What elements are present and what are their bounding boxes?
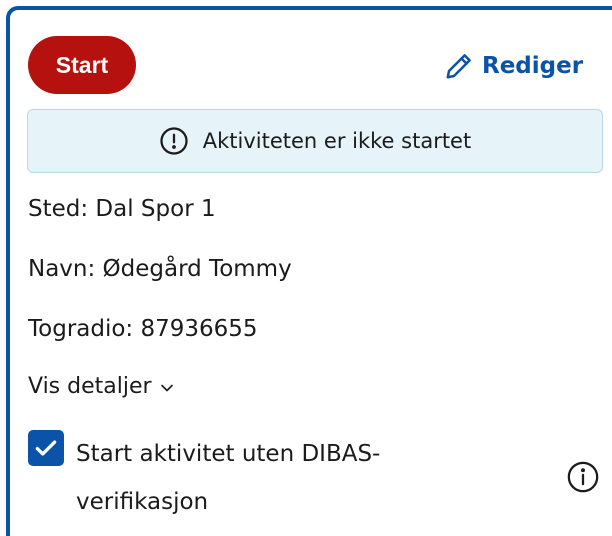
status-banner-text: Aktiviteten er ikke startet (202, 129, 472, 153)
pencil-icon (444, 51, 474, 81)
checkmark-icon (33, 435, 59, 461)
show-details-toggle[interactable]: Vis detaljer (28, 374, 174, 399)
alert-circle-icon (159, 126, 189, 156)
location-text: Sted: Dal Spor 1 (28, 196, 216, 222)
start-button[interactable]: Start (28, 36, 136, 94)
skip-dibas-label[interactable]: Start aktivitet uten DIBAS- verifikasjon (76, 430, 456, 526)
status-banner: Aktiviteten er ikke startet (27, 109, 603, 173)
info-icon (566, 460, 600, 494)
info-button[interactable] (566, 460, 600, 494)
activity-card: Start Rediger Aktiviteten er ikke starte… (6, 6, 612, 536)
edit-button-label: Rediger (482, 53, 584, 79)
chevron-down-icon (160, 379, 174, 395)
show-details-label: Vis detaljer (28, 374, 152, 399)
skip-dibas-label-line1: Start aktivitet uten DIBAS- (76, 441, 381, 467)
train-radio-text: Togradio: 87936655 (28, 316, 258, 342)
name-text: Navn: Ødegård Tommy (28, 256, 292, 282)
start-button-label: Start (55, 51, 109, 78)
edit-button[interactable]: Rediger (444, 46, 583, 86)
skip-dibas-label-line2: verifikasjon (76, 489, 209, 515)
skip-dibas-checkbox[interactable] (28, 430, 64, 466)
